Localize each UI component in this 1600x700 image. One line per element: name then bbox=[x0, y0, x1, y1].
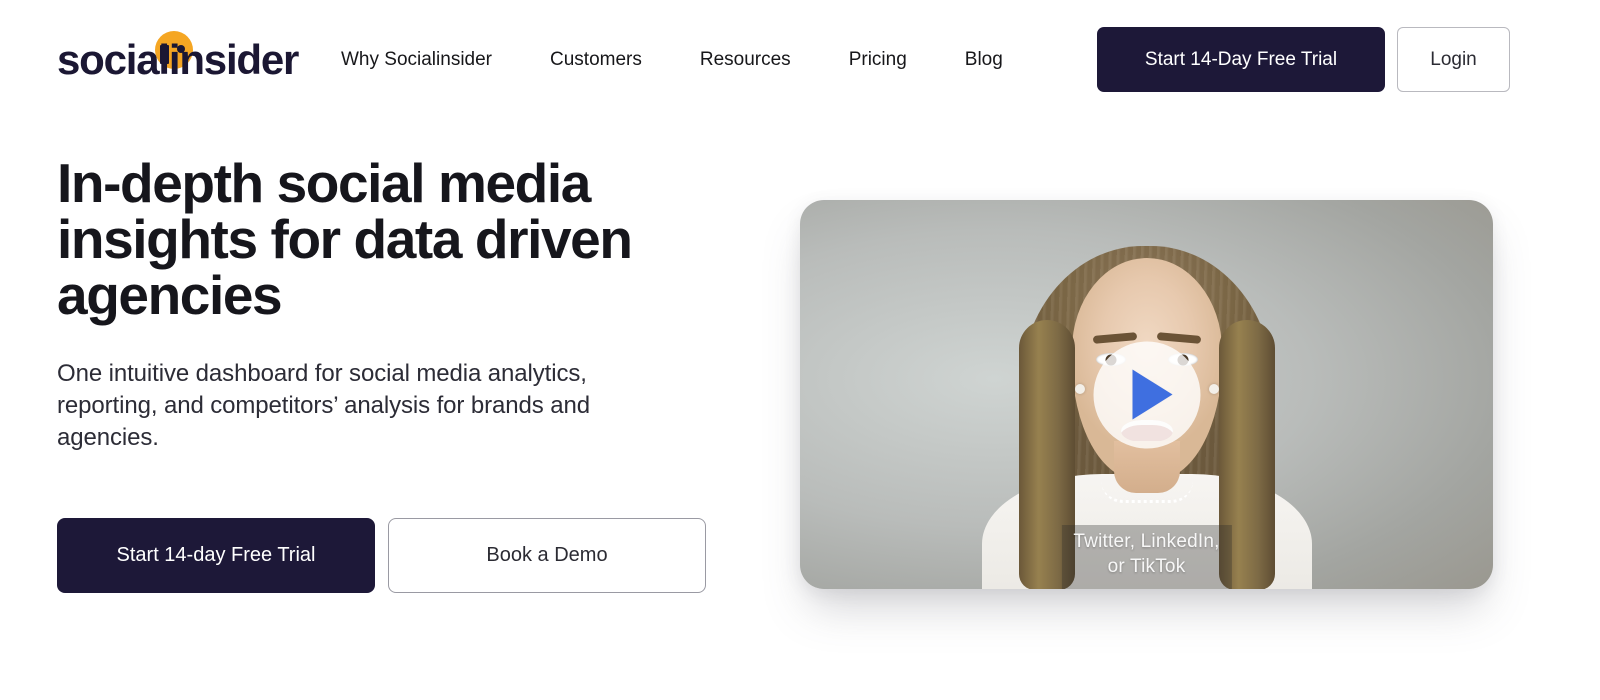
hero-start-trial-button[interactable]: Start 14-day Free Trial bbox=[57, 518, 375, 594]
hero-cta-group: Start 14-day Free Trial Book a Demo bbox=[57, 518, 737, 594]
header-start-trial-button[interactable]: Start 14-Day Free Trial bbox=[1097, 27, 1385, 92]
logo-wrap: socialinsider bbox=[57, 31, 299, 83]
nav-item-pricing[interactable]: Pricing bbox=[849, 40, 907, 79]
hero-content: In-depth social media insights for data … bbox=[57, 152, 737, 594]
video-subject-necklace bbox=[1100, 481, 1193, 503]
main-navigation: Why Socialinsider Customers Resources Pr… bbox=[341, 0, 1003, 118]
nav-item-customers[interactable]: Customers bbox=[550, 40, 642, 79]
eyebrow-left bbox=[1092, 332, 1137, 344]
earring-left bbox=[1074, 384, 1085, 394]
earring-right bbox=[1208, 384, 1219, 394]
video-thumbnail: Twitter, LinkedIn, or TikTok bbox=[800, 200, 1493, 589]
video-caption: Twitter, LinkedIn, or TikTok bbox=[1061, 525, 1232, 589]
video-play-button[interactable] bbox=[1093, 341, 1200, 448]
play-triangle-icon bbox=[1132, 369, 1173, 420]
hero-subtitle: One intuitive dashboard for social media… bbox=[57, 360, 590, 451]
eyebrow-right bbox=[1156, 332, 1201, 344]
hero-video-card[interactable]: Twitter, LinkedIn, or TikTok bbox=[800, 200, 1493, 589]
hero-title: In-depth social media insights for data … bbox=[57, 152, 633, 327]
nav-item-resources[interactable]: Resources bbox=[700, 40, 791, 79]
nav-item-why-socialinsider[interactable]: Why Socialinsider bbox=[341, 40, 492, 79]
nav-item-blog[interactable]: Blog bbox=[965, 40, 1003, 79]
brand-logo[interactable]: socialinsider bbox=[57, 30, 299, 90]
brand-logo-text: socialinsider bbox=[57, 36, 299, 83]
hero-book-demo-button[interactable]: Book a Demo bbox=[388, 518, 706, 594]
landing-page: socialinsider Why Socialinsider Customer… bbox=[0, 0, 1600, 700]
header-actions: Start 14-Day Free Trial Login bbox=[1097, 27, 1510, 92]
header-login-button[interactable]: Login bbox=[1397, 27, 1510, 92]
site-header: socialinsider Why Socialinsider Customer… bbox=[0, 0, 1600, 118]
